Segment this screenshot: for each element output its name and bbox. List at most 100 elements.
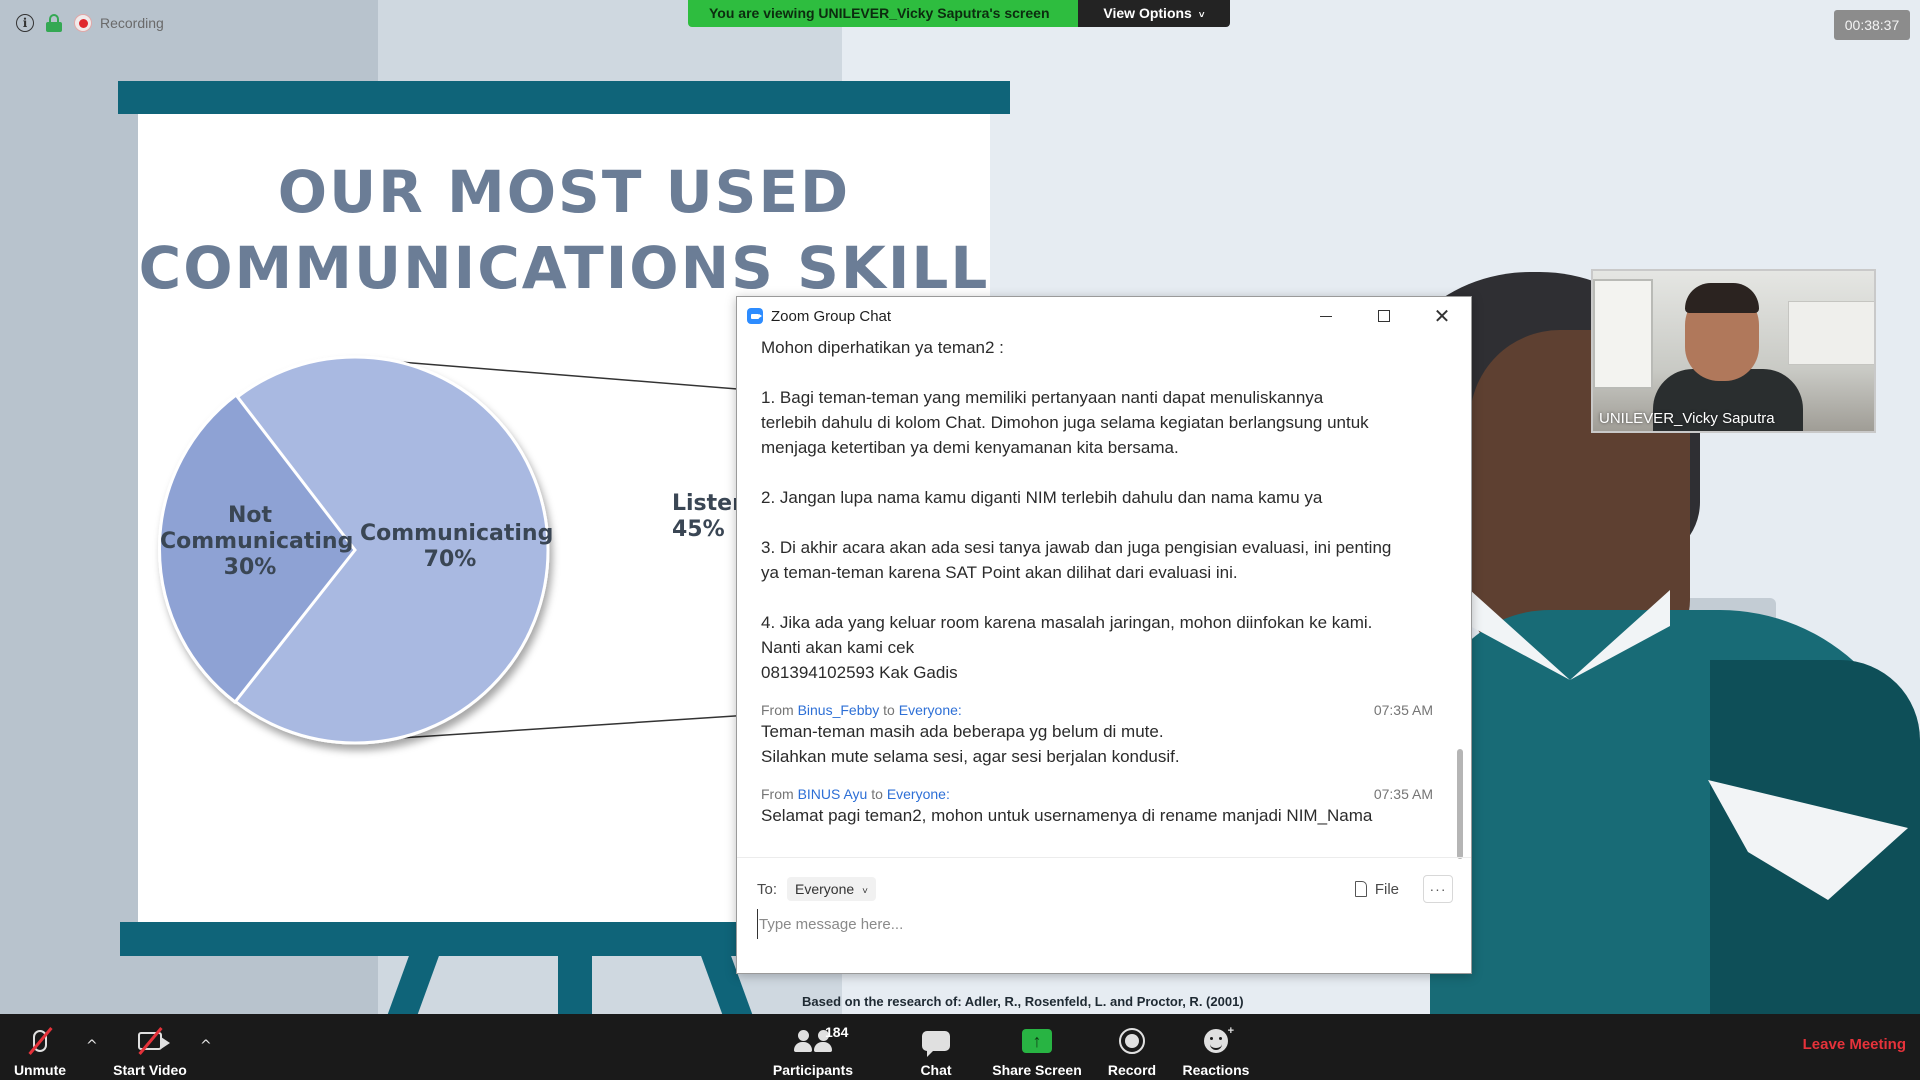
participants-label: Participants — [772, 1062, 854, 1078]
chat-scrollbar-thumb[interactable] — [1457, 749, 1463, 859]
recipient-select[interactable]: Everyone ˅ — [787, 877, 876, 901]
chat-bubble-icon — [922, 1022, 950, 1060]
chat-titlebar[interactable]: Zoom Group Chat ✕ — [737, 297, 1471, 335]
record-button[interactable]: Record — [1100, 1014, 1164, 1080]
video-background-shelf — [1788, 301, 1874, 365]
chat-message-text: Selamat pagi teman2, mohon untuk usernam… — [761, 806, 1373, 825]
recipient-name[interactable]: Everyone: — [887, 785, 950, 803]
zoom-logo-icon — [747, 308, 763, 324]
to-word: to — [883, 702, 895, 718]
audio-options-caret[interactable]: ^ — [86, 1038, 98, 1054]
recording-indicator[interactable]: Recording — [74, 14, 164, 32]
window-controls: ✕ — [1297, 297, 1471, 335]
pie-label-not-communicating: Not Communicating 30% — [160, 503, 354, 581]
video-options-caret[interactable]: ^ — [200, 1038, 212, 1054]
share-screen-label: Share Screen — [992, 1062, 1082, 1078]
participants-icon: 184 — [794, 1022, 848, 1060]
from-label: From — [761, 702, 794, 718]
recipient-row: To: Everyone ˅ File ··· — [757, 875, 1453, 903]
group-chat-window: Zoom Group Chat ✕ Mohon diperhatikan ya … — [736, 296, 1472, 974]
close-button[interactable]: ✕ — [1413, 297, 1471, 335]
view-options-button[interactable]: View Options ˅ — [1078, 0, 1230, 27]
chevron-down-icon: ˅ — [862, 886, 868, 897]
record-dot-icon — [74, 14, 92, 32]
participants-count: 184 — [825, 1024, 849, 1040]
pie-label-line: Not — [227, 503, 273, 528]
reactions-label: Reactions — [1182, 1062, 1250, 1078]
unmute-label: Unmute — [13, 1062, 67, 1078]
chat-message-meta: From BINUS Ayu to Everyone: 07:35 AM — [761, 785, 1433, 803]
view-options-label: View Options — [1103, 5, 1192, 21]
sender-name[interactable]: BINUS Ayu — [798, 785, 868, 803]
chat-message: From BINUS Ayu to Everyone: 07:35 AM Sel… — [737, 785, 1457, 828]
start-video-button[interactable]: Start Video — [108, 1014, 192, 1080]
participant-video-tile[interactable]: UNILEVER_Vicky Saputra — [1591, 269, 1876, 433]
share-screen-button[interactable]: ↑ Share Screen — [990, 1014, 1084, 1080]
file-button[interactable]: File — [1354, 880, 1399, 898]
recipient-select-value: Everyone — [795, 881, 855, 897]
slide-title-line1: OUR MOST USED — [277, 158, 851, 226]
file-icon — [1354, 881, 1367, 897]
microphone-muted-icon — [27, 1022, 53, 1060]
minimize-icon — [1320, 315, 1332, 317]
pie-label-percent: 70% — [423, 547, 477, 572]
record-icon — [1119, 1022, 1145, 1060]
pie-label-percent: 30% — [223, 555, 277, 580]
maximize-button[interactable] — [1355, 297, 1413, 335]
start-video-label: Start Video — [113, 1062, 187, 1078]
reactions-button[interactable]: + Reactions — [1180, 1014, 1252, 1080]
chat-button[interactable]: Chat — [908, 1014, 964, 1080]
chat-message-text: Mohon diperhatikan ya teman2 : 1. Bagi t… — [761, 338, 1392, 682]
chevron-down-icon: ˅ — [1198, 10, 1205, 21]
sender-name[interactable]: Binus_Febby — [798, 701, 880, 719]
easel-leg — [558, 956, 592, 1014]
pie-label-communicating: Communicating 70% — [360, 521, 554, 573]
message-time: 07:35 AM — [1373, 702, 1433, 718]
meeting-status-indicators: i Recording — [16, 14, 164, 32]
reactions-icon: + — [1204, 1022, 1234, 1060]
chat-message-input[interactable] — [757, 909, 1447, 939]
message-time: 07:35 AM — [1373, 786, 1433, 802]
chat-divider — [737, 857, 1471, 858]
chat-message-meta: From Binus_Febby to Everyone: 07:35 AM — [761, 701, 1433, 719]
meeting-timer: 00:38:37 — [1834, 10, 1910, 40]
slide-title: OUR MOST USED COMMUNICATIONS SKILL — [138, 154, 990, 306]
pie-label-line: Communicating — [160, 529, 354, 554]
leave-meeting-button[interactable]: Leave Meeting — [1803, 1036, 1906, 1053]
close-icon: ✕ — [1433, 304, 1451, 328]
share-screen-icon: ↑ — [1022, 1022, 1052, 1060]
chat-message-text: Teman-teman masih ada beberapa yg belum … — [761, 722, 1180, 766]
info-icon[interactable]: i — [16, 14, 34, 32]
from-label: From — [761, 786, 794, 802]
minimize-button[interactable] — [1297, 297, 1355, 335]
recording-label: Recording — [100, 15, 164, 31]
video-off-icon — [137, 1022, 170, 1060]
more-options-button[interactable]: ··· — [1423, 875, 1453, 903]
slide-title-line2: COMMUNICATIONS SKILL — [138, 234, 990, 302]
file-label: File — [1374, 880, 1399, 898]
participant-name-label: UNILEVER_Vicky Saputra — [1599, 410, 1775, 427]
chat-message-list: Mohon diperhatikan ya teman2 : 1. Bagi t… — [737, 335, 1457, 857]
whiteboard-top-bar — [118, 81, 1010, 114]
viewing-screen-text: You are viewing UNILEVER_Vicky Saputra's… — [688, 0, 1078, 27]
chat-message: Mohon diperhatikan ya teman2 : 1. Bagi t… — [737, 335, 1457, 685]
lock-icon[interactable] — [46, 14, 62, 32]
recipient-name[interactable]: Everyone: — [899, 701, 962, 719]
pie-label-line: Communicating — [360, 521, 554, 546]
to-word: to — [871, 786, 883, 802]
record-label: Record — [1107, 1062, 1157, 1078]
chat-label: Chat — [920, 1062, 952, 1078]
to-label: To: — [757, 880, 778, 898]
chat-window-title: Zoom Group Chat — [771, 307, 892, 325]
chat-message-area[interactable]: Mohon diperhatikan ya teman2 : 1. Bagi t… — [737, 335, 1457, 857]
slide-research-note: Based on the research of: Adler, R., Ros… — [802, 994, 1244, 1009]
meeting-toolbar: Unmute ^ Start Video ^ 184 Participants … — [0, 1014, 1920, 1080]
viewing-screen-banner: You are viewing UNILEVER_Vicky Saputra's… — [688, 0, 1230, 27]
video-person-hair — [1685, 283, 1759, 313]
participants-button[interactable]: 184 Participants — [770, 1014, 856, 1080]
more-icon: ··· — [1429, 881, 1447, 897]
chat-message: From Binus_Febby to Everyone: 07:35 AM T… — [737, 701, 1457, 769]
video-background-window — [1593, 279, 1653, 389]
maximize-icon — [1378, 310, 1390, 322]
unmute-button[interactable]: Unmute — [8, 1014, 72, 1080]
